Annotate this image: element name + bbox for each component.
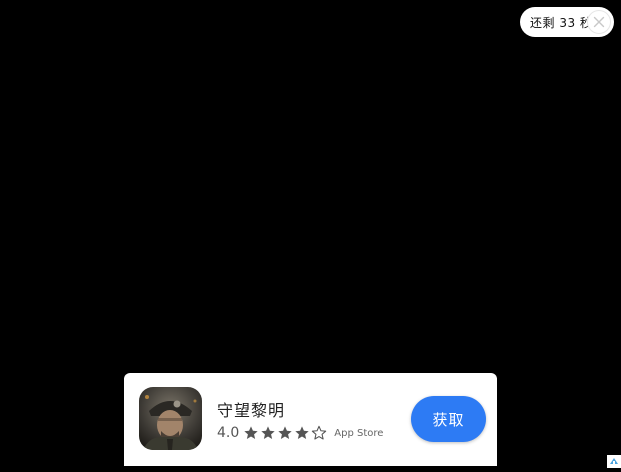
star-empty-icon [312, 425, 327, 440]
countdown-pill: 还剩 33 秒 [520, 7, 614, 37]
star-filled-icon [278, 426, 292, 439]
star-filled-icon [261, 426, 275, 439]
close-button[interactable] [587, 10, 611, 34]
get-button[interactable]: 获取 [411, 396, 486, 442]
store-label: App Store [334, 427, 384, 439]
countdown-text: 还剩 33 秒 [530, 15, 593, 30]
star-filled-icon [244, 426, 258, 439]
app-icon[interactable] [139, 387, 202, 450]
rating-row: 4.0 App Store [217, 424, 383, 442]
rating-value: 4.0 [217, 425, 240, 441]
app-download-card[interactable]: 守望黎明 4.0 App Store 获取 [124, 373, 497, 466]
ad-badge-icon[interactable] [607, 453, 621, 468]
close-icon [593, 16, 605, 28]
star-filled-icon [295, 426, 309, 439]
app-name: 守望黎明 [217, 401, 286, 420]
star-rating [243, 425, 328, 441]
